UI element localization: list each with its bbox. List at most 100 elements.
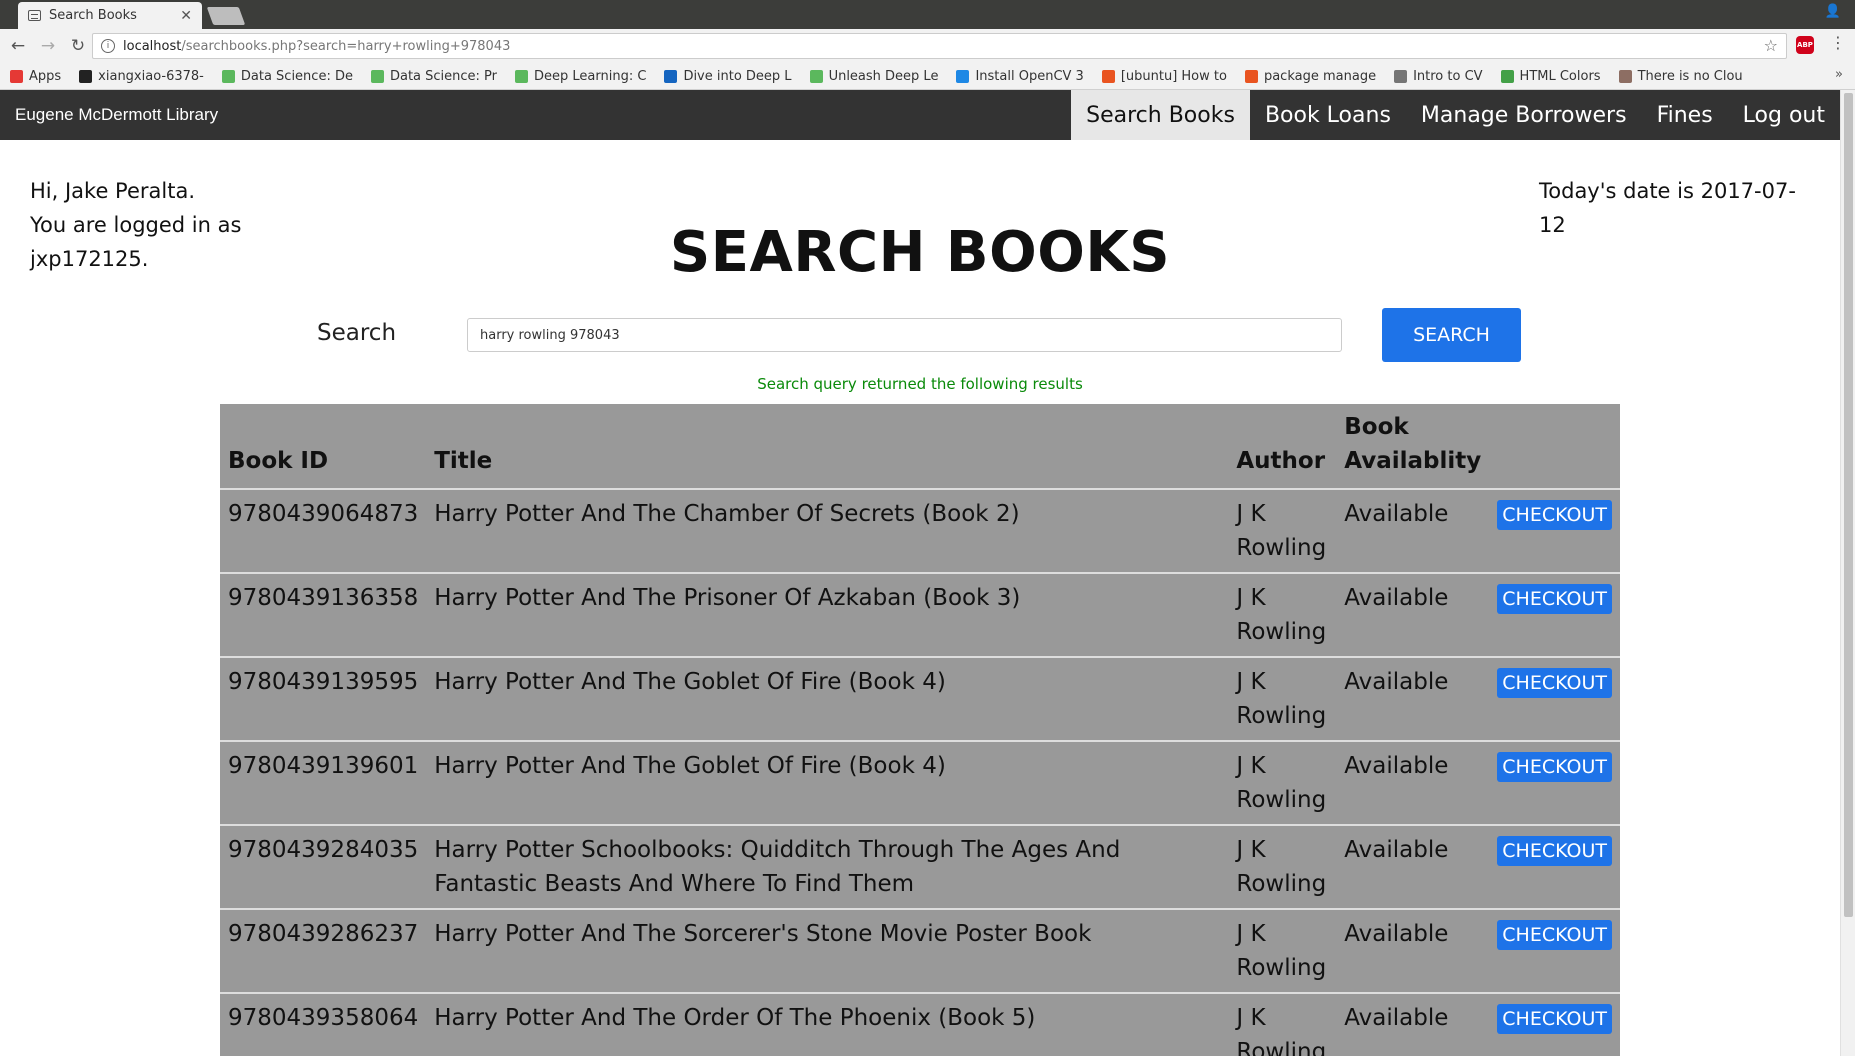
checkout-button[interactable]: CHECKOUT (1497, 500, 1612, 530)
author-cell: J K Rowling (1228, 992, 1337, 1056)
bookmark-item[interactable]: Apps (10, 69, 61, 84)
book-id-cell: 9780439286237 (220, 908, 427, 993)
bookmark-item[interactable]: xiangxiao-6378- (79, 69, 204, 84)
search-status-message: Search query returned the following resu… (757, 375, 1083, 393)
adblock-plus-icon[interactable]: ABP (1796, 36, 1814, 54)
site-info-icon[interactable]: i (101, 39, 115, 53)
profile-icon[interactable]: 👤 (1825, 4, 1841, 19)
title-cell: Harry Potter And The Goblet Of Fire (Boo… (426, 740, 1229, 825)
forward-arrow-icon[interactable]: → (36, 36, 60, 56)
pyimagesearch-icon (956, 69, 970, 83)
page-title: SEARCH BOOKS (669, 220, 1171, 285)
search-input[interactable] (467, 318, 1342, 352)
search-button[interactable]: SEARCH (1382, 308, 1521, 362)
title-cell: Harry Potter And The Chamber Of Secrets … (426, 488, 1229, 573)
action-cell: CHECKOUT (1489, 572, 1620, 657)
page-scrollbar[interactable] (1840, 90, 1855, 1056)
book-id-cell: 9780439064873 (220, 488, 427, 573)
title-cell: Harry Potter Schoolbooks: Quidditch Thro… (426, 824, 1229, 909)
url-path: /searchbooks.php?search=harry+rowling+97… (181, 38, 511, 54)
availability-cell: Available (1336, 656, 1490, 741)
bookmark-label: Data Science: De (240, 68, 353, 84)
bookmark-label: Apps (29, 68, 62, 84)
author-cell: J K Rowling (1228, 656, 1337, 741)
bookmark-label: Intro to CV (1413, 68, 1483, 84)
bookmarks-overflow-icon[interactable]: » (1835, 67, 1843, 82)
bookmark-label: Dive into Deep L (683, 68, 792, 84)
checkout-button[interactable]: CHECKOUT (1497, 1004, 1612, 1034)
bookmark-label: There is no Clou (1637, 68, 1743, 84)
nav-fines[interactable]: Fines (1642, 90, 1728, 140)
nav-book-loans[interactable]: Book Loans (1250, 90, 1406, 140)
bookmark-item[interactable]: Data Science: De (221, 68, 353, 84)
bookmark-star-icon[interactable]: ☆ (1764, 36, 1778, 55)
results-table: Book ID Title Author Book Availablity 97… (220, 404, 1620, 1056)
navbar-links: Search Books Book Loans Manage Borrowers… (1071, 90, 1840, 140)
bookmark-item[interactable]: There is no Clou (1618, 68, 1743, 84)
new-tab-button[interactable] (206, 7, 246, 25)
action-cell: CHECKOUT (1489, 740, 1620, 825)
table-header-row: Book ID Title Author Book Availablity (220, 404, 1620, 489)
back-arrow-icon[interactable]: ← (6, 36, 30, 56)
availability-cell: Available (1336, 740, 1490, 825)
bookmark-item[interactable]: package manage (1244, 69, 1376, 84)
bookmark-label: Unleash Deep Le (828, 68, 939, 84)
table-row: 9780439139601 Harry Potter And The Goblet… (220, 740, 1620, 825)
checkout-button[interactable]: CHECKOUT (1497, 920, 1612, 950)
table-row: 9780439139595 Harry Potter And The Goblet… (220, 656, 1620, 741)
bookmark-item[interactable]: Data Science: Pr (370, 69, 497, 84)
tab-close-icon[interactable]: ✕ (180, 8, 192, 24)
book-id-cell: 9780439284035 (220, 824, 427, 909)
nav-log-out[interactable]: Log out (1728, 90, 1840, 140)
udacity-icon (809, 69, 823, 83)
bookmark-item[interactable]: Unleash Deep Le (809, 68, 939, 84)
search-label: Search (317, 320, 397, 346)
availability-cell: Available (1336, 992, 1490, 1056)
checkout-button[interactable]: CHECKOUT (1497, 752, 1612, 782)
udacity-icon (221, 69, 235, 83)
browser-menu-icon[interactable]: ⋮ (1830, 33, 1846, 52)
author-cell: J K Rowling (1228, 908, 1337, 993)
action-cell: CHECKOUT (1489, 908, 1620, 993)
sticker-icon (1618, 69, 1632, 83)
bookmark-item[interactable]: Deep Learning: C (515, 69, 646, 84)
udacity-icon (515, 69, 529, 83)
nav-search-books[interactable]: Search Books (1071, 90, 1250, 140)
page-content: Eugene McDermott Library Search Books Bo… (0, 90, 1840, 1056)
bookmark-item[interactable]: [ubuntu] How to (1101, 69, 1227, 84)
table-row: 9780439136358 Harry Potter And The Prison… (220, 572, 1620, 657)
action-cell: CHECKOUT (1489, 488, 1620, 573)
availability-cell: Available (1336, 488, 1490, 573)
browser-tabstrip: Search Books ✕ 👤 (0, 0, 1855, 29)
navbar-brand[interactable]: Eugene McDermott Library (15, 105, 218, 125)
author-cell: J K Rowling (1228, 740, 1337, 825)
github-icon (79, 69, 93, 83)
author-cell: J K Rowling (1228, 824, 1337, 909)
scrollbar-thumb[interactable] (1844, 93, 1853, 917)
bookmark-label: xiangxiao-6378- (98, 68, 204, 84)
bookmark-label: Deep Learning: C (534, 68, 647, 84)
title-cell: Harry Potter And The Goblet Of Fire (Boo… (426, 656, 1229, 741)
author-cell: J K Rowling (1228, 572, 1337, 657)
folder-icon (1394, 69, 1408, 83)
header-title: Title (434, 448, 493, 474)
checkout-button[interactable]: CHECKOUT (1497, 836, 1612, 866)
page-favicon-icon (28, 10, 41, 21)
udacity-icon (370, 69, 384, 83)
table-row: 9780439286237 Harry Potter And The Sorcer… (220, 908, 1620, 993)
bookmark-item[interactable]: Dive into Deep L (664, 68, 792, 84)
address-bar[interactable]: i localhost/searchbooks.php?search=harry… (92, 33, 1787, 59)
table-row: 9780439064873 Harry Potter And The Chambe… (220, 488, 1620, 573)
nav-manage-borrowers[interactable]: Manage Borrowers (1406, 90, 1642, 140)
colors-icon (1500, 69, 1514, 83)
apps-grid-icon (10, 69, 23, 83)
reload-icon[interactable]: ↻ (66, 36, 90, 56)
browser-tab[interactable]: Search Books ✕ (18, 2, 202, 29)
title-cell: Harry Potter And The Order Of The Phoeni… (426, 992, 1229, 1056)
checkout-button[interactable]: CHECKOUT (1497, 668, 1612, 698)
bookmark-item[interactable]: Intro to CV (1394, 68, 1483, 84)
url-host: localhost (123, 38, 182, 54)
checkout-button[interactable]: CHECKOUT (1497, 584, 1612, 614)
bookmark-item[interactable]: Install OpenCV 3 (956, 69, 1084, 84)
bookmark-item[interactable]: HTML Colors (1500, 69, 1601, 84)
